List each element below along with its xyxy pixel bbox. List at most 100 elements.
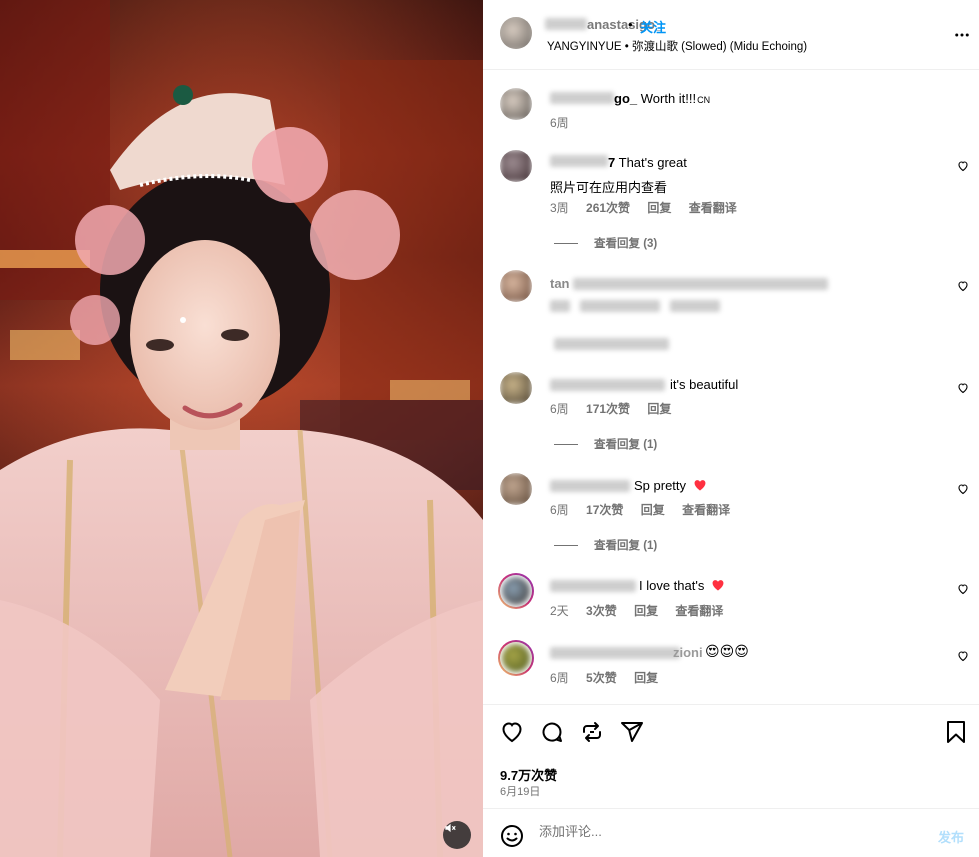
comment-username[interactable]: tan [550,276,570,291]
commenter-avatar[interactable] [498,573,534,609]
mute-icon [445,823,456,833]
comments-list[interactable]: go_ Worth it!!!CN 6周 7 That's great 照片可在… [483,70,979,704]
commenter-avatar[interactable] [500,270,532,302]
translate-button[interactable]: 查看翻译 [675,604,723,618]
emoji-picker-button[interactable] [500,824,524,851]
comment-item: 7 That's great 照片可在应用内查看 3周 261次赞 回复 查看翻… [483,150,979,260]
comment-time: 6周 [550,671,569,685]
like-count[interactable]: 9.7万次赞 [500,765,557,784]
comment-text-redacted [573,278,828,290]
comment-item: I love that's 2天 3次赞 回复 查看翻译 [483,573,979,633]
red-heart-icon [712,580,724,591]
view-replies-button[interactable]: 查看回复 (1) [554,537,657,553]
more-icon [955,33,969,37]
post-media[interactable] [0,0,483,857]
audio-track-link[interactable]: YANGYINYUE • 弥渡山歌 (Slowed) (Midu Echoing… [547,38,807,54]
comment-likes[interactable]: 5次赞 [586,671,617,685]
reply-button[interactable]: 回复 [634,604,658,618]
comment-likes[interactable]: 171次赞 [586,402,630,416]
like-button[interactable] [500,720,524,747]
commenter-username-redacted [550,580,636,592]
reply-button[interactable]: 回复 [647,201,671,215]
post-side-panel: anastasigo_ • 关注 YANGYINYUE • 弥渡山歌 (Slow… [483,0,979,857]
comment-text-redacted [580,300,660,312]
heart-icon [958,584,968,595]
comment-likes[interactable]: 17次赞 [586,503,623,517]
share-button[interactable] [620,720,644,747]
comment-extra-line: 照片可在应用内查看 [550,180,668,195]
translate-button[interactable]: 查看翻译 [689,201,737,215]
reply-button[interactable]: 回复 [647,402,671,416]
commenter-avatar[interactable] [500,372,532,404]
comment-composer: 发布 [483,808,979,857]
comment-username[interactable]: zioni [673,645,703,660]
post-header: anastasigo_ • 关注 YANGYINYUE • 弥渡山歌 (Slow… [483,0,979,70]
comment-meta: 6周 17次赞 回复 查看翻译 [550,501,744,518]
comment-input[interactable] [539,824,919,839]
comment-icon [542,722,562,742]
comment-time: 6周 [550,503,569,517]
heart-icon [958,484,968,495]
caption-text: go_ Worth it!!!CN [614,91,711,106]
author-username-redacted [545,18,587,30]
comment-like-button[interactable] [957,583,969,598]
comment-like-button[interactable] [957,160,969,175]
more-options-button[interactable] [953,26,971,47]
comment-like-button[interactable] [957,280,969,295]
comment-text: it's beautiful [670,377,739,392]
comment-button[interactable] [540,720,564,747]
comment-time: 6周 [550,402,569,416]
comment-text-redacted [550,300,570,312]
comment-item: zioni 😍😍😍 6周 5次赞 回复 [483,640,979,700]
mute-button[interactable] [443,821,471,849]
red-heart-icon [694,480,706,491]
view-replies-button[interactable]: 查看回复 (3) [554,235,657,251]
comment-meta: 3周 261次赞 回复 查看翻译 [550,199,751,216]
view-replies-redacted [554,338,669,350]
comment-text: 😍😍😍 [705,643,749,659]
comment-meta: 6周 171次赞 回复 [550,400,685,417]
comment-text: I love that's [639,578,725,593]
heart-icon [958,651,968,662]
repost-icon [583,722,601,742]
comment-like-button[interactable] [957,650,969,665]
caption-username-redacted [550,92,614,104]
author-avatar[interactable] [500,88,532,120]
heart-icon [958,281,968,292]
repost-button[interactable] [580,720,604,747]
comment-meta: 2天 3次赞 回复 查看翻译 [550,602,737,619]
save-button[interactable] [945,720,967,747]
comment-likes[interactable]: 261次赞 [586,201,630,215]
comment-text: 7 That's great [608,155,687,170]
author-avatar[interactable] [500,17,532,49]
comment-text: Sp pretty [634,478,707,493]
post-comment-button[interactable]: 发布 [938,827,964,846]
commenter-avatar[interactable] [500,473,532,505]
heart-icon [958,383,968,394]
header-separator: • [628,17,633,32]
comment-item: it's beautiful 6周 171次赞 回复 查看回复 (1) [483,372,979,462]
heart-icon [958,161,968,172]
comment-meta: 6周 5次赞 回复 [550,669,672,686]
reply-button[interactable]: 回复 [641,503,665,517]
comment-item: tan [483,270,979,360]
commenter-username-redacted [550,379,665,391]
comment-like-button[interactable] [957,382,969,397]
comment-like-button[interactable] [957,483,969,498]
commenter-username-redacted [550,480,630,492]
follow-button[interactable]: 关注 [640,17,666,36]
post-photo [0,0,483,857]
view-replies-button[interactable]: 查看回复 (1) [554,436,657,452]
post-date[interactable]: 6月19日 [500,783,540,799]
comment-time: 2天 [550,604,569,618]
translate-button[interactable]: 查看翻译 [682,503,730,517]
commenter-avatar[interactable] [498,640,534,676]
commenter-avatar[interactable] [500,150,532,182]
save-icon [947,721,965,743]
comment-time: 3周 [550,201,569,215]
caption: go_ Worth it!!!CN 6周 [483,88,979,148]
comment-text-redacted [670,300,720,312]
reply-button[interactable]: 回复 [634,671,658,685]
comment-item: Sp pretty 6周 17次赞 回复 查看翻译 查看回复 (1) [483,473,979,563]
comment-likes[interactable]: 3次赞 [586,604,617,618]
